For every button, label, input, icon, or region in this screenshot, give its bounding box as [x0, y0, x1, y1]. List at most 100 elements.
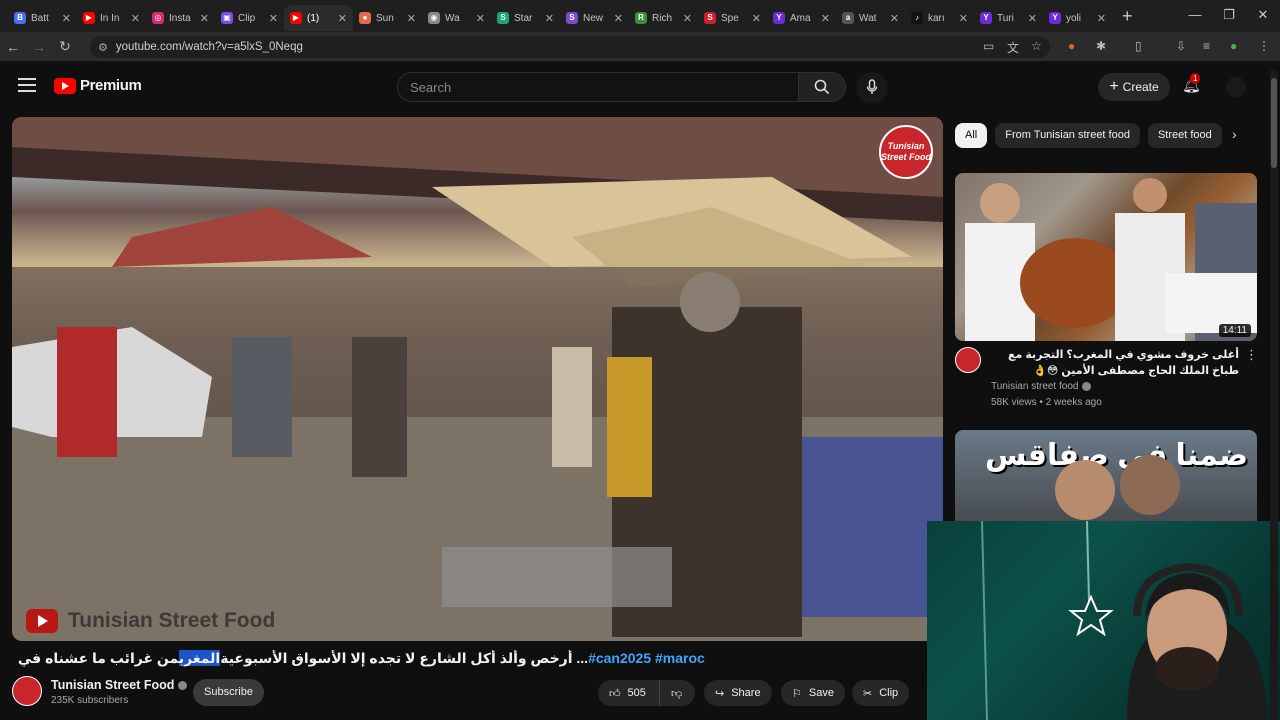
- video-player[interactable]: Tunisian Street Food Tunisian Street Foo…: [12, 117, 943, 641]
- tab-close-icon[interactable]: ✕: [821, 12, 830, 25]
- webcam-image: [927, 521, 1280, 720]
- thumbnail-image: [955, 173, 1257, 341]
- browser-tab[interactable]: S New ✕: [560, 5, 629, 31]
- browser-tab[interactable]: ▶ (1) ✕: [284, 5, 353, 31]
- create-button[interactable]: + Create: [1098, 73, 1170, 101]
- page-scrollbar[interactable]: [1270, 70, 1278, 720]
- browser-tab[interactable]: R Rich ✕: [629, 5, 698, 31]
- tab-close-icon[interactable]: ✕: [62, 12, 71, 25]
- browser-tab[interactable]: Y Ama ✕: [767, 5, 836, 31]
- tab-label: Ama: [790, 12, 811, 24]
- recommendation-info: أغلى خروف مشوي في المغرب؟ التجربة مع طبا…: [955, 341, 1258, 408]
- browser-menu-icon[interactable]: ⋮: [1258, 39, 1270, 53]
- extensions-puzzle-icon[interactable]: ✱: [1096, 39, 1106, 53]
- youtube-header: Premium Search + Create 🔔︎ 1: [0, 62, 1280, 112]
- site-info-icon[interactable]: ⚙: [98, 41, 108, 54]
- recommendation-channel[interactable]: Tunisian street food: [991, 381, 1092, 392]
- url-text: youtube.com/watch?v=a5lxS_0Neqg: [115, 41, 303, 53]
- tab-close-icon[interactable]: ✕: [407, 12, 416, 25]
- forward-button[interactable]: →: [26, 39, 52, 55]
- chip-street-food[interactable]: Street food: [1147, 122, 1222, 148]
- translate-icon[interactable]: 文: [1007, 39, 1019, 56]
- save-button[interactable]: ⚐ Save: [781, 680, 845, 706]
- download-icon[interactable]: ⇩: [1176, 39, 1186, 53]
- recommendation-channel-text: Tunisian street food: [991, 381, 1079, 392]
- recommendation-item[interactable]: 14:11 أغلى خروف مشوي في المغرب؟ التجربة …: [955, 173, 1258, 408]
- bookmark-star-icon[interactable]: ☆: [1031, 39, 1042, 53]
- back-button[interactable]: ←: [0, 39, 26, 55]
- webcam-overlay: [927, 521, 1280, 720]
- cast-icon[interactable]: ▭: [983, 39, 994, 53]
- clip-button[interactable]: ✂ Clip: [852, 680, 910, 706]
- close-window-button[interactable]: ✕: [1246, 0, 1280, 32]
- browser-tab[interactable]: Yyoli ✕: [1043, 5, 1112, 31]
- recommendation-title[interactable]: أغلى خروف مشوي في المغرب؟ التجربة مع طبا…: [989, 347, 1239, 379]
- youtube-premium-logo[interactable]: Premium: [54, 77, 142, 94]
- dislike-button[interactable]: 👎︎: [659, 680, 695, 706]
- tab-label: In In: [100, 12, 120, 24]
- chip-all[interactable]: All: [955, 122, 988, 148]
- voice-search-button[interactable]: [856, 72, 888, 104]
- tab-favicon-icon: ▣: [221, 12, 233, 24]
- title-hashtags[interactable]: #can2025 #maroc: [588, 650, 705, 666]
- search-input[interactable]: Search: [397, 72, 799, 102]
- tab-favicon-icon: S: [497, 12, 509, 24]
- tab-close-icon[interactable]: ✕: [476, 12, 485, 25]
- video-watermark: Tunisian Street Food: [26, 609, 275, 633]
- url-field[interactable]: ⚙ youtube.com/watch?v=a5lxS_0Neqg: [90, 36, 1050, 58]
- minimize-button[interactable]: —: [1178, 0, 1212, 32]
- tab-close-icon[interactable]: ✕: [1028, 12, 1037, 25]
- tab-close-icon[interactable]: ✕: [959, 12, 968, 25]
- tab-label: (1): [307, 12, 320, 24]
- more-options-icon[interactable]: ⋮: [1245, 347, 1258, 363]
- avatar[interactable]: [1226, 77, 1246, 97]
- media-control-icon[interactable]: ≡: [1203, 39, 1210, 53]
- scrollbar-thumb[interactable]: [1271, 78, 1277, 168]
- tab-close-icon[interactable]: ✕: [269, 12, 278, 25]
- browser-tab[interactable]: ▶ In In ✕: [77, 5, 146, 31]
- chip-from-channel[interactable]: From Tunisian street food: [995, 122, 1140, 148]
- reload-button[interactable]: ↻: [52, 38, 78, 55]
- channel-name[interactable]: Tunisian Street Food: [51, 678, 188, 692]
- browser-tab[interactable]: Y Turi ✕: [974, 5, 1043, 31]
- browser-tab[interactable]: ◎ Insta ✕: [146, 5, 215, 31]
- tab-close-icon[interactable]: ✕: [545, 12, 554, 25]
- subscribe-button[interactable]: Subscribe: [193, 679, 264, 706]
- chevron-right-icon[interactable]: ›: [1232, 126, 1237, 142]
- new-tab-button[interactable]: +: [1122, 6, 1133, 27]
- recommendation-channel-avatar[interactable]: [955, 347, 981, 373]
- notifications-button[interactable]: 🔔︎ 1: [1182, 73, 1201, 94]
- recommendation-thumbnail[interactable]: 14:11: [955, 173, 1257, 341]
- tab-close-icon[interactable]: ✕: [614, 12, 623, 25]
- tab-close-icon[interactable]: ✕: [131, 12, 140, 25]
- tab-close-icon[interactable]: ✕: [338, 12, 347, 25]
- browser-tab-bar: B Batt ✕ ▶ In In ✕ ◎ Insta ✕ ▣ Clip ✕ ▶ (1) ✕ ● Sun ✕ ◉ Wa ✕…: [0, 0, 1280, 32]
- video-title: ... أرخص وألذ أكل الشارع لا تجده إلا الأ…: [14, 650, 934, 667]
- browser-tab[interactable]: ● Sun ✕: [353, 5, 422, 31]
- search-button[interactable]: [798, 72, 846, 102]
- tab-label: Batt: [31, 12, 49, 24]
- tab-close-icon[interactable]: ✕: [200, 12, 209, 25]
- share-button[interactable]: ↪ Share: [704, 680, 772, 706]
- tab-close-icon[interactable]: ✕: [683, 12, 692, 25]
- profile-icon[interactable]: ●: [1230, 39, 1237, 53]
- browser-tab[interactable]: S Spe ✕: [698, 5, 767, 31]
- bookmark-icon: ⚐: [792, 687, 802, 700]
- like-button[interactable]: 👍︎ 505: [598, 680, 659, 706]
- sidebar-icon[interactable]: ▯: [1135, 39, 1142, 53]
- maximize-button[interactable]: ❐: [1212, 0, 1246, 32]
- tab-close-icon[interactable]: ✕: [752, 12, 761, 25]
- tab-close-icon[interactable]: ✕: [1097, 12, 1106, 25]
- channel-avatar[interactable]: [12, 676, 42, 706]
- browser-tab[interactable]: ♪ karı ✕: [905, 5, 974, 31]
- browser-tab[interactable]: S Star ✕: [491, 5, 560, 31]
- hamburger-menu-icon[interactable]: [18, 78, 36, 92]
- browser-tab[interactable]: ▣ Clip ✕: [215, 5, 284, 31]
- tab-label: Rich: [652, 12, 673, 24]
- extension-icon[interactable]: ●: [1068, 39, 1075, 53]
- browser-tab[interactable]: a Wat ✕: [836, 5, 905, 31]
- browser-tab[interactable]: B Batt ✕: [8, 5, 77, 31]
- save-label: Save: [808, 687, 834, 699]
- tab-close-icon[interactable]: ✕: [890, 12, 899, 25]
- browser-tab[interactable]: ◉ Wa ✕: [422, 5, 491, 31]
